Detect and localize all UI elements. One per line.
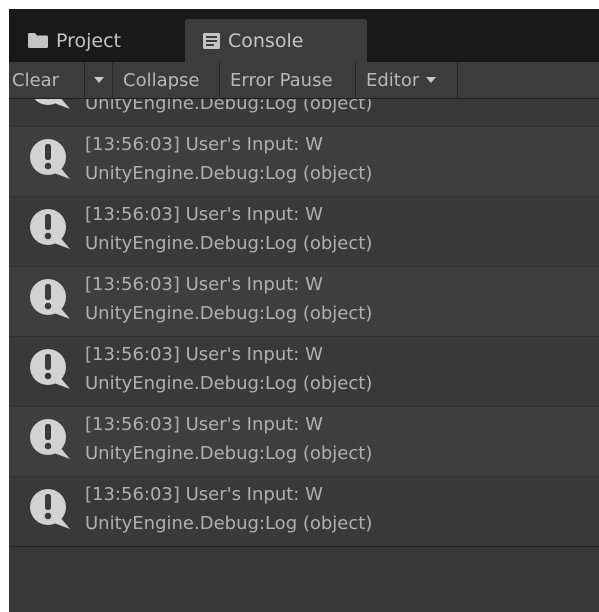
log-entry-stack: UnityEngine.Debug:Log (object) — [85, 373, 373, 394]
error-pause-toggle[interactable]: Error Pause — [220, 62, 356, 98]
clear-button[interactable]: Clear — [9, 62, 85, 98]
info-message-icon — [30, 279, 70, 319]
log-entry-stack: UnityEngine.Debug:Log (object) — [85, 99, 373, 114]
log-entry[interactable]: [13:56:03] User's Input: W UnityEngine.De… — [9, 267, 599, 337]
log-entry[interactable]: [13:56:03] User's Input: W UnityEngine.De… — [9, 477, 599, 546]
log-entry[interactable]: [13:56:03] User's Input: W UnityEngine.De… — [9, 127, 599, 197]
log-entry-stack: UnityEngine.Debug:Log (object) — [85, 513, 373, 534]
console-toolbar: Clear Collapse Error Pause Editor — [9, 62, 599, 99]
log-entry-message: [13:56:03] User's Input: W — [85, 134, 323, 155]
log-entry-message: [13:56:03] User's Input: W — [85, 204, 323, 225]
log-entry-text: [13:56:03] User's Input: W UnityEngine.De… — [85, 340, 372, 398]
tab-console-label: Console — [228, 29, 304, 52]
editor-dropdown[interactable]: Editor — [356, 62, 458, 98]
log-entry[interactable]: [13:56:03] User's Input: W UnityEngine.De… — [9, 197, 599, 267]
tab-project[interactable]: Project — [9, 19, 179, 62]
log-entry[interactable]: [13:56:03] User's Input: W UnityEngine.De… — [9, 407, 599, 477]
error-pause-label: Error Pause — [230, 69, 333, 91]
chevron-down-icon — [426, 77, 437, 83]
info-message-icon — [30, 489, 70, 529]
log-entry-text: [13:56:03] User's Input: W UnityEngine.De… — [85, 270, 372, 328]
log-entry-text: [13:56:03] User's Input: W UnityEngine.De… — [85, 200, 372, 258]
console-icon — [203, 32, 220, 49]
info-message-icon — [30, 419, 70, 459]
collapse-toggle[interactable]: Collapse — [113, 62, 220, 98]
log-entry[interactable]: [13:56:03] User's Input: W UnityEngine.De… — [9, 337, 599, 407]
log-entry-stack: UnityEngine.Debug:Log (object) — [85, 163, 373, 184]
info-message-icon — [30, 349, 70, 389]
tab-project-label: Project — [56, 29, 122, 52]
clear-label: Clear — [12, 69, 60, 91]
log-entry-stack: UnityEngine.Debug:Log (object) — [85, 233, 373, 254]
clear-options-dropdown[interactable] — [85, 62, 113, 98]
log-entry-message: [13:56:03] User's Input: W — [85, 484, 323, 505]
console-empty-area — [9, 547, 599, 612]
log-entry-text: [13:56:03] User's Input: W UnityEngine.De… — [85, 130, 372, 188]
log-entry-stack: UnityEngine.Debug:Log (object) — [85, 443, 373, 464]
log-entry-stack: UnityEngine.Debug:Log (object) — [85, 303, 373, 324]
tab-console[interactable]: Console — [185, 19, 367, 62]
log-entry-message: [13:56:03] User's Input: W — [85, 274, 323, 295]
log-entry-message: [13:56:03] User's Input: W — [85, 344, 323, 365]
info-message-icon — [30, 139, 70, 179]
info-message-icon — [34, 99, 70, 109]
log-entry-text: [13:56:03] User's Input: W UnityEngine.De… — [85, 480, 372, 538]
log-list[interactable]: UnityEngine.Debug:Log (object) [13:56:03… — [9, 99, 599, 547]
log-entry-partial[interactable]: UnityEngine.Debug:Log (object) — [9, 99, 599, 127]
editor-label: Editor — [366, 69, 420, 91]
console-window: Project Console Clear Collapse Error Pau… — [9, 9, 599, 612]
log-entry-text: [13:56:03] User's Input: W UnityEngine.De… — [85, 410, 372, 468]
tab-bar: Project Console — [9, 9, 599, 62]
folder-icon — [28, 33, 48, 48]
info-message-icon — [30, 209, 70, 249]
log-entry-message: [13:56:03] User's Input: W — [85, 414, 323, 435]
collapse-label: Collapse — [123, 69, 200, 91]
chevron-down-icon — [93, 77, 104, 83]
